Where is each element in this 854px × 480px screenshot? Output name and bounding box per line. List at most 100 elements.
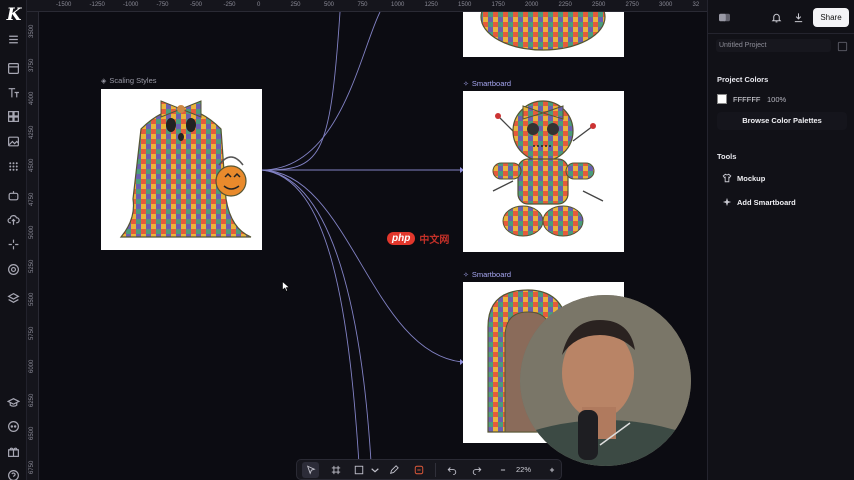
pen-tool-icon[interactable] bbox=[389, 465, 399, 475]
undo-icon[interactable] bbox=[447, 465, 457, 475]
ruler-tick-label: 750 bbox=[357, 2, 368, 8]
project-name-input[interactable]: Untitled Project bbox=[716, 39, 831, 52]
watermark: php 中文网 bbox=[387, 231, 449, 246]
ruler-tick-label: -250 bbox=[223, 2, 236, 8]
grid-icon[interactable] bbox=[7, 110, 20, 123]
image-frame-pumpkin[interactable] bbox=[463, 12, 624, 57]
image-frame-ghost[interactable] bbox=[101, 89, 262, 250]
ruler-tick-label: -1000 bbox=[123, 2, 139, 8]
image-frame-voodoo-doll[interactable] bbox=[463, 91, 624, 252]
edit-icon[interactable] bbox=[837, 41, 848, 52]
sparkle-icon bbox=[722, 197, 732, 207]
ruler-tick-label: 5250 bbox=[29, 259, 35, 273]
ruler-tick-label: 1250 bbox=[424, 2, 438, 8]
menu-icon[interactable] bbox=[7, 33, 20, 46]
layers-icon[interactable] bbox=[7, 292, 20, 305]
tools-title: Tools bbox=[717, 152, 737, 161]
dots-grid-icon[interactable] bbox=[7, 160, 20, 173]
ruler-tick-label: 6750 bbox=[29, 460, 35, 474]
frame-title: Smartboard bbox=[471, 270, 512, 279]
ghost-illustration bbox=[119, 100, 252, 238]
upload-cloud-icon[interactable] bbox=[7, 213, 20, 226]
color-opacity[interactable]: 100% bbox=[767, 95, 786, 104]
redo-icon[interactable] bbox=[472, 465, 482, 475]
pointer-icon[interactable] bbox=[306, 465, 316, 475]
help-icon[interactable] bbox=[7, 469, 20, 480]
magic-icon[interactable] bbox=[7, 238, 20, 251]
ruler-tick-label: -750 bbox=[156, 2, 169, 8]
ruler-tick-label: 2000 bbox=[525, 2, 539, 8]
ruler-tick-label: 0 bbox=[257, 2, 261, 8]
ruler-tick-label: 3500 bbox=[29, 24, 35, 38]
ruler-tick-label: 4250 bbox=[29, 125, 35, 139]
discord-icon[interactable] bbox=[7, 420, 20, 433]
zoom-level[interactable]: 22% bbox=[516, 465, 531, 474]
ruler-tick-label: 2500 bbox=[592, 2, 606, 8]
frame-label-source[interactable]: ◈ Scaling Styles bbox=[101, 76, 157, 85]
app-window: K -1500 -1250 -1000 -750 -500 -250 0 250… bbox=[0, 0, 854, 480]
left-toolbar: K bbox=[0, 0, 27, 480]
ruler-horizontal: -1500 -1250 -1000 -750 -500 -250 0 250 500 750 100… bbox=[27, 0, 707, 12]
smartboard-icon: ✧ bbox=[463, 271, 469, 279]
text-icon[interactable] bbox=[7, 86, 20, 99]
ruler-tick-label: 5500 bbox=[29, 292, 35, 306]
ruler-tick-label: 3000 bbox=[659, 2, 673, 8]
zoom-out-icon[interactable] bbox=[498, 465, 508, 475]
bottom-toolbar: 22% bbox=[296, 459, 562, 480]
ruler-tick-label: 6250 bbox=[29, 393, 35, 407]
ruler-tick-label: 2250 bbox=[558, 2, 572, 8]
pumpkin-illustration bbox=[480, 12, 606, 51]
ruler-tick-label: 32 bbox=[692, 2, 700, 8]
ruler-tick-label: 3750 bbox=[29, 58, 35, 72]
ruler-tick-label: 5000 bbox=[29, 225, 35, 239]
layout-icon[interactable] bbox=[7, 62, 20, 75]
rectangle-tool-icon[interactable] bbox=[354, 465, 364, 475]
download-icon[interactable] bbox=[793, 12, 804, 23]
gift-icon[interactable] bbox=[7, 445, 20, 458]
ruler-vertical: 3500 3750 4000 4250 4500 4750 5000 5250 5500 5750… bbox=[27, 12, 39, 480]
frame-label-smartboard-1[interactable]: ✧ Smartboard bbox=[463, 79, 511, 88]
ruler-tick-label: -500 bbox=[190, 2, 203, 8]
ruler-tick-label: 250 bbox=[290, 2, 301, 8]
smartboard-icon: ✧ bbox=[463, 80, 469, 88]
collaborators-avatar-icon[interactable] bbox=[719, 12, 732, 23]
tool-add-smartboard[interactable]: Add Smartboard bbox=[717, 193, 847, 211]
shirt-icon bbox=[722, 173, 732, 183]
color-hex[interactable]: FFFFFF bbox=[733, 95, 761, 104]
ruler-tick-label: 6000 bbox=[29, 359, 35, 373]
frame-tool-icon[interactable] bbox=[331, 465, 341, 475]
ruler-tick-label: 500 bbox=[324, 2, 335, 8]
robot-icon[interactable] bbox=[7, 189, 20, 202]
ruler-tick-label: 4500 bbox=[29, 158, 35, 172]
voodoo-doll-illustration bbox=[492, 100, 604, 237]
share-button[interactable]: Share bbox=[813, 8, 849, 27]
ruler-tick-label: -1500 bbox=[56, 2, 72, 8]
toolbar-divider bbox=[435, 463, 436, 477]
frame-icon: ◈ bbox=[101, 77, 107, 85]
browse-color-palettes-button[interactable]: Browse Color Palettes bbox=[717, 112, 847, 130]
target-icon[interactable] bbox=[7, 263, 20, 276]
tool-label: Mockup bbox=[737, 173, 766, 183]
presenter-video bbox=[520, 295, 691, 466]
right-panel: Share Untitled Project Project Colors FF… bbox=[707, 0, 854, 480]
tool-mockup[interactable]: Mockup bbox=[717, 169, 847, 187]
ruler-tick-label: 4000 bbox=[29, 91, 35, 105]
ruler-tick-label: 1750 bbox=[491, 2, 505, 8]
zoom-in-icon[interactable] bbox=[547, 465, 557, 475]
webcam-overlay bbox=[520, 295, 691, 466]
color-swatch[interactable] bbox=[717, 94, 727, 104]
image-icon[interactable] bbox=[7, 135, 20, 148]
ruler-tick-label: 1000 bbox=[391, 2, 405, 8]
watermark-text: 中文网 bbox=[419, 235, 450, 246]
mouse-cursor bbox=[282, 281, 290, 292]
ai-generate-icon[interactable] bbox=[414, 465, 424, 475]
ruler-tick-label: 5750 bbox=[29, 326, 35, 340]
notification-bell-icon[interactable] bbox=[771, 12, 782, 23]
app-logo[interactable]: K bbox=[4, 5, 24, 25]
chevron-down-icon[interactable] bbox=[370, 465, 379, 475]
frame-title: Smartboard bbox=[471, 79, 512, 88]
ruler-tick-label: 4750 bbox=[29, 192, 35, 206]
frame-label-smartboard-2[interactable]: ✧ Smartboard bbox=[463, 270, 511, 279]
ruler-tick-label: 1500 bbox=[458, 2, 472, 8]
graduation-cap-icon[interactable] bbox=[7, 396, 20, 409]
